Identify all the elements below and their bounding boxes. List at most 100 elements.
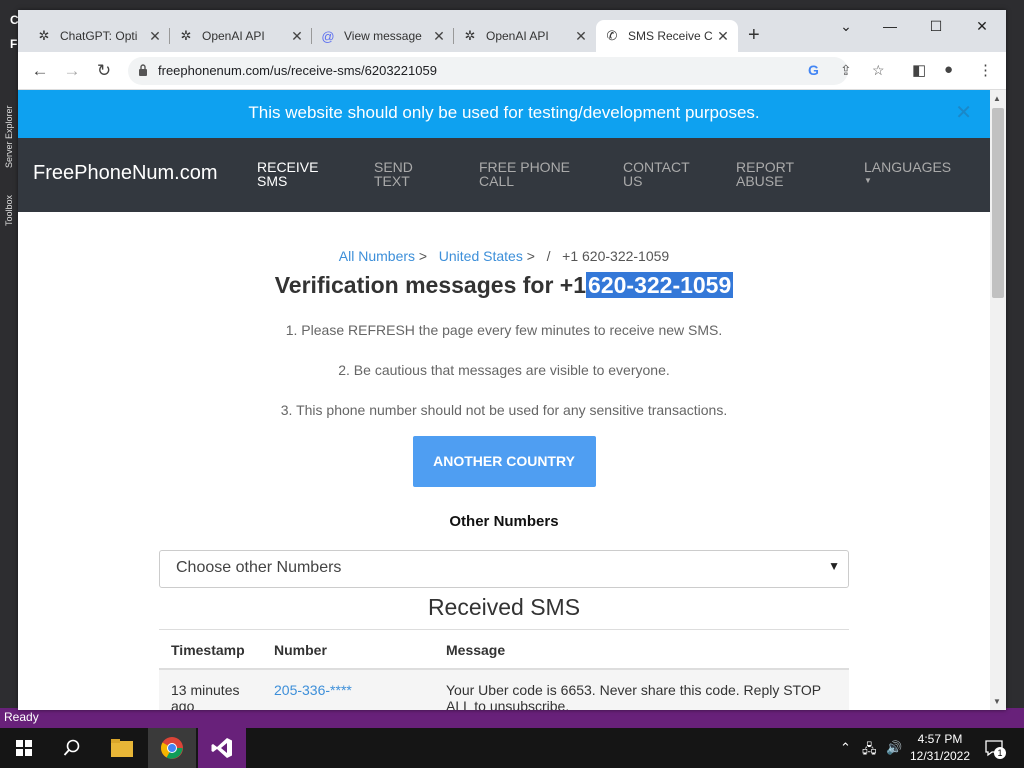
server-explorer-tab[interactable]: Server Explorer bbox=[4, 88, 14, 168]
main-content: All Numbers > United States > / +1 620-3… bbox=[18, 248, 990, 710]
instruction-sensitive: 3. This phone number should not be used … bbox=[280, 402, 728, 418]
notifications-button[interactable]: 1 bbox=[984, 738, 1006, 759]
visual-studio-taskbar-button[interactable] bbox=[198, 728, 246, 768]
breadcrumb-separator: / bbox=[546, 248, 551, 264]
phone-icon: ✆ bbox=[606, 28, 618, 43]
windows-taskbar: ⌃ 🖧 🔊 4:57 PM 12/31/2022 1 bbox=[0, 728, 1024, 768]
other-numbers-select[interactable]: Choose other Numbers ▼ bbox=[159, 550, 849, 588]
site-logo[interactable]: FreePhoneNum.com bbox=[33, 162, 218, 185]
site-navbar: FreePhoneNum.com RECEIVE SMS SEND TEXT F… bbox=[18, 138, 990, 212]
page-title: Verification messages for +1620-322-1059 bbox=[18, 272, 990, 299]
another-country-button[interactable]: ANOTHER COUNTRY bbox=[412, 436, 596, 487]
close-icon[interactable]: ✕ bbox=[148, 28, 162, 45]
cell-timestamp: 13 minutes ago bbox=[159, 669, 262, 710]
windows-logo-icon bbox=[16, 740, 32, 756]
tab-openai-api[interactable]: ✲ OpenAI API ✕ bbox=[170, 20, 312, 52]
nav-receive-sms[interactable]: RECEIVE SMS bbox=[257, 160, 337, 188]
scroll-up-arrow-icon[interactable]: ▲ bbox=[993, 94, 1001, 103]
forward-button[interactable]: → bbox=[61, 60, 83, 82]
taskbar-clock[interactable]: 4:57 PM 12/31/2022 bbox=[900, 731, 980, 765]
back-button[interactable]: ← bbox=[29, 60, 51, 82]
browser-window: ✲ ChatGPT: Opti ✕ ✲ OpenAI API ✕ @ View … bbox=[18, 10, 1006, 710]
openai-icon: ✲ bbox=[180, 28, 192, 43]
page-scrollbar[interactable]: ▲ ▼ bbox=[990, 90, 1006, 710]
url-text: freephonenum.com/us/receive-sms/62032210… bbox=[158, 63, 437, 78]
breadcrumb: All Numbers > United States > / +1 620-3… bbox=[18, 248, 990, 264]
maximize-button[interactable]: ☐ bbox=[914, 14, 958, 38]
close-window-button[interactable]: ✕ bbox=[960, 14, 1004, 38]
close-icon[interactable]: ✕ bbox=[716, 28, 730, 45]
caret-down-icon: ▼ bbox=[864, 176, 872, 185]
address-bar[interactable]: freephonenum.com/us/receive-sms/62032210… bbox=[128, 57, 885, 85]
tab-openai-api-2[interactable]: ✲ OpenAI API ✕ bbox=[454, 20, 596, 52]
start-button[interactable] bbox=[0, 728, 48, 768]
chevron-down-icon: ▼ bbox=[828, 559, 840, 573]
nav-languages-label: LANGUAGES bbox=[864, 159, 952, 175]
scroll-down-arrow-icon[interactable]: ▼ bbox=[993, 697, 1001, 706]
ide-status-bar: Ready bbox=[0, 708, 1024, 728]
close-icon[interactable]: ✕ bbox=[574, 28, 588, 45]
file-explorer-button[interactable] bbox=[98, 728, 146, 768]
column-header: Timestamp bbox=[159, 629, 262, 670]
clock-time: 4:57 PM bbox=[917, 732, 963, 746]
bookmark-star-icon[interactable]: ☆ bbox=[872, 62, 885, 79]
browser-toolbar: ← → ↻ freephonenum.com/us/receive-sms/62… bbox=[18, 52, 1006, 90]
tab-search-chevron-icon[interactable]: ⌄ bbox=[824, 14, 868, 38]
tab-title: ChatGPT: Opti bbox=[60, 29, 138, 43]
nav-report-abuse[interactable]: REPORT ABUSE bbox=[736, 160, 816, 188]
chrome-icon bbox=[161, 737, 183, 759]
other-numbers-heading: Other Numbers bbox=[449, 513, 559, 530]
nav-languages[interactable]: LANGUAGES ▼ bbox=[864, 160, 964, 188]
breadcrumb-current: +1 620-322-1059 bbox=[562, 248, 670, 264]
table-header-row: Timestamp Number Message bbox=[159, 629, 849, 670]
tab-title: SMS Receive C bbox=[628, 29, 713, 43]
close-icon[interactable]: ✕ bbox=[432, 28, 446, 45]
banner-text: This website should only be used for tes… bbox=[248, 103, 760, 122]
breadcrumb-country[interactable]: United States bbox=[439, 248, 523, 264]
select-value: Choose other Numbers bbox=[176, 559, 342, 576]
nav-send-text[interactable]: SEND TEXT bbox=[374, 160, 434, 188]
breadcrumb-separator: > bbox=[418, 248, 428, 264]
minimize-button[interactable]: — bbox=[868, 14, 912, 38]
tab-view-message[interactable]: @ View message ✕ bbox=[312, 20, 454, 52]
lock-icon bbox=[139, 64, 147, 76]
search-icon bbox=[63, 739, 80, 756]
scrollbar-thumb[interactable] bbox=[992, 108, 1004, 298]
search-button[interactable] bbox=[48, 728, 96, 768]
received-sms-heading: Received SMS bbox=[427, 594, 581, 620]
tray-chevron-up-icon[interactable]: ⌃ bbox=[840, 740, 851, 756]
testing-banner: This website should only be used for tes… bbox=[18, 90, 990, 138]
openai-icon: ✲ bbox=[464, 28, 476, 43]
instruction-caution: 2. Be cautious that messages are visible… bbox=[338, 362, 670, 378]
tab-strip: ✲ ChatGPT: Opti ✕ ✲ OpenAI API ✕ @ View … bbox=[18, 10, 1006, 52]
cell-number-link[interactable]: 205-336-**** bbox=[274, 682, 352, 698]
breadcrumb-all-numbers[interactable]: All Numbers bbox=[339, 248, 415, 264]
menu-kebab-icon[interactable]: ⋮ bbox=[978, 61, 993, 79]
reload-button[interactable]: ↻ bbox=[93, 60, 115, 82]
tab-title: OpenAI API bbox=[202, 29, 265, 43]
openai-icon: ✲ bbox=[38, 28, 50, 43]
network-icon[interactable]: 🖧 bbox=[862, 740, 877, 762]
nav-free-phone-call[interactable]: FREE PHONE CALL bbox=[479, 160, 589, 188]
toolbox-tab[interactable]: Toolbox bbox=[4, 176, 14, 226]
page-title-number-selected: 620-322-1059 bbox=[586, 272, 734, 298]
tab-chatgpt[interactable]: ✲ ChatGPT: Opti ✕ bbox=[28, 20, 170, 52]
share-icon[interactable]: ⇪ bbox=[840, 62, 852, 79]
new-tab-button[interactable]: + bbox=[748, 24, 760, 47]
tab-title: OpenAI API bbox=[486, 29, 549, 43]
google-translate-icon[interactable]: G bbox=[808, 62, 819, 78]
chrome-taskbar-button[interactable] bbox=[148, 728, 196, 768]
nav-contact-us[interactable]: CONTACT US bbox=[623, 160, 703, 188]
page-viewport: This website should only be used for tes… bbox=[18, 90, 990, 710]
column-header: Message bbox=[434, 629, 849, 670]
close-icon[interactable]: ✕ bbox=[290, 28, 304, 45]
instruction-refresh: 1. Please REFRESH the page every few min… bbox=[285, 322, 723, 338]
side-panel-icon[interactable]: ◧ bbox=[912, 61, 926, 79]
profile-avatar-icon[interactable]: ● bbox=[944, 61, 953, 78]
visual-studio-icon bbox=[211, 738, 232, 758]
background-left-panel: C F Server Explorer Toolbox bbox=[0, 0, 19, 708]
at-icon: @ bbox=[321, 28, 335, 44]
tab-sms-receive[interactable]: ✆ SMS Receive C ✕ bbox=[596, 20, 738, 52]
close-banner-icon[interactable]: ✕ bbox=[955, 90, 972, 136]
breadcrumb-separator: > bbox=[526, 248, 535, 264]
